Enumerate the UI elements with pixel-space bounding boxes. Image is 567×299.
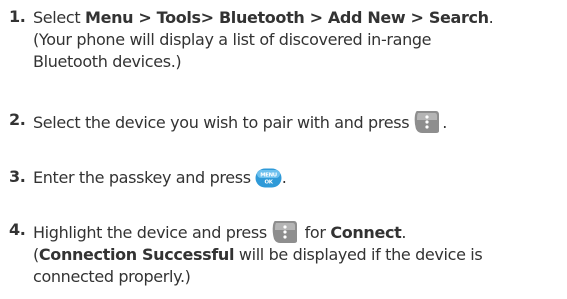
menu-ok-key-icon: MENU OK	[255, 168, 282, 188]
ok-key-label: OK	[264, 179, 273, 185]
step-number: 4.	[9, 220, 26, 239]
step-4-line-3: connected properly.)	[33, 267, 191, 286]
step-1: 1. Select Menu > Tools> Bluetooth > Add …	[9, 7, 563, 73]
side-softkey-icon	[414, 111, 440, 133]
menu-key-label: MENU	[260, 173, 277, 179]
menu-path: Menu > Tools> Bluetooth > Add New > Sear…	[85, 8, 489, 27]
step-number: 1.	[9, 7, 26, 26]
step-1-line-2: (Your phone will display a list of disco…	[33, 30, 432, 49]
step-number: 2.	[9, 110, 26, 129]
step-1-line-1: Select Menu > Tools> Bluetooth > Add New…	[33, 8, 494, 27]
step-number: 3.	[9, 167, 26, 186]
step-4-line-2: (Connection Successful will be displayed…	[33, 245, 483, 264]
connection-successful-label: Connection Successful	[38, 245, 235, 264]
side-softkey-icon	[272, 221, 297, 243]
step-4: 4. Highlight the device and press for Co…	[9, 220, 563, 288]
step-3: 3. Enter the passkey and press MENU OK .	[9, 167, 287, 188]
step-2: 2. Select the device you wish to pair wi…	[9, 110, 447, 133]
connect-label: Connect	[330, 223, 402, 242]
step-1-line-3: Bluetooth devices.)	[33, 52, 182, 71]
